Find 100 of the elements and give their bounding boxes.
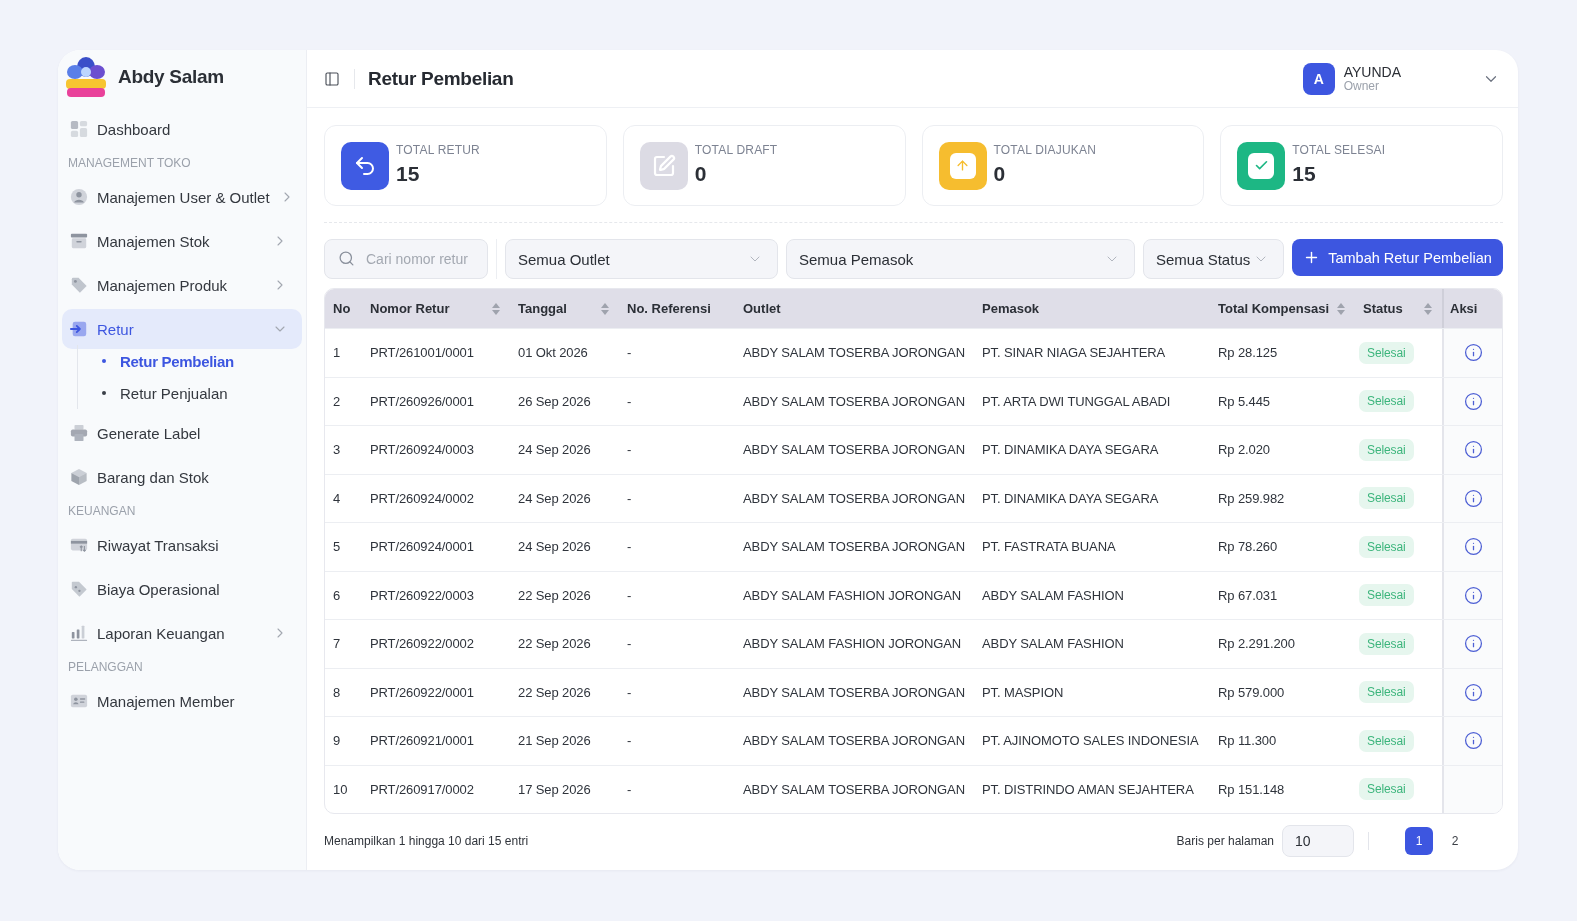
filter-dropdown[interactable]: Semua Status [1143, 239, 1284, 279]
table-cell: - [627, 539, 632, 555]
filter-dropdown[interactable]: Semua Pemasok [786, 239, 1135, 279]
table-cell: Rp 5.445 [1218, 393, 1270, 409]
table-cell: 4 [333, 490, 341, 506]
nav-item[interactable]: Retur [62, 309, 302, 349]
nav-item[interactable]: Barang dan Stok [62, 457, 302, 497]
table-cell: PRT/260917/0002 [370, 781, 474, 797]
table-cell: ABDY SALAM TOSERBA JORONGAN [743, 442, 965, 458]
search-field[interactable]: Cari nomor retur [324, 239, 488, 279]
table-cell: PT. DINAMIKA DAYA SEGARA [982, 490, 1159, 506]
brand-name: Abdy Salam [118, 66, 224, 88]
rows-per-page-field[interactable]: 10 [1282, 825, 1354, 857]
table-cell: Rp 259.982 [1218, 490, 1285, 506]
table-cell: - [627, 442, 632, 458]
sidebar-toggle-icon[interactable] [324, 70, 340, 87]
tag-icon [70, 276, 88, 294]
table-cell: 22 Sep 2026 [518, 684, 591, 700]
table-cell: 21 Sep 2026 [518, 733, 591, 749]
bullet-icon [102, 391, 106, 395]
table-cell: - [627, 733, 632, 749]
status-badge: Selesai [1359, 632, 1414, 655]
grid-icon [70, 120, 88, 138]
column-header: Outlet [742, 300, 782, 318]
table-cell: PRT/260924/0003 [370, 442, 474, 458]
table-cell: 22 Sep 2026 [518, 636, 591, 652]
cube-icon [70, 468, 88, 486]
table-cell: 3 [333, 442, 341, 458]
add-return-button[interactable]: Tambah Retur Pembelian [1292, 239, 1503, 276]
table-cell: 1 [333, 345, 341, 361]
table-cell: 9 [333, 733, 341, 749]
table-cell: - [627, 345, 632, 361]
table-cell: - [627, 684, 632, 700]
table-cell: 8 [333, 684, 341, 700]
column-header[interactable]: Tanggal [510, 289, 619, 328]
status-badge: Selesai [1359, 778, 1414, 801]
submenu-label: Retur Penjualan [120, 384, 228, 402]
filter-dropdown[interactable]: Semua Outlet [505, 239, 778, 279]
table-cell: ABDY SALAM TOSERBA JORONGAN [743, 781, 965, 797]
table-cell: ABDY SALAM TOSERBA JORONGAN [743, 733, 965, 749]
submenu-item[interactable]: Retur Penjualan [78, 377, 302, 409]
table-cell: PRT/260922/0003 [370, 587, 474, 603]
info-icon[interactable] [1463, 343, 1483, 363]
table-cell: PT. SINAR NIAGA SEJAHTERA [982, 345, 1166, 361]
submenu-label: Retur Pembelian [120, 352, 234, 370]
table-cell: - [627, 393, 632, 409]
section-heading: MANAGEMENT TOKO [68, 156, 191, 170]
info-icon[interactable] [1463, 537, 1483, 557]
table-cell: PRT/260924/0001 [370, 539, 474, 555]
archive-icon [70, 232, 88, 250]
nav-item[interactable]: Riwayat Transaksi [62, 525, 302, 565]
tag-icon [70, 580, 88, 598]
column-header[interactable]: Status [1355, 289, 1442, 328]
table-cell: 10 [333, 781, 348, 797]
card-arrows-icon [70, 536, 88, 554]
nav-item[interactable]: Laporan Keuangan [62, 613, 302, 653]
nav-item[interactable]: Manajemen User & Outlet [62, 177, 302, 217]
nav-item[interactable]: Generate Label [62, 413, 302, 453]
stat-value: 0 [993, 162, 1007, 186]
entries-summary: Menampilkan 1 hingga 10 dari 15 entri [324, 834, 529, 848]
column-header: No [332, 300, 352, 318]
user-avatar: A [1302, 62, 1335, 95]
info-icon[interactable] [1463, 682, 1483, 702]
nav-item[interactable]: Dashboard [62, 109, 302, 149]
status-badge: Selesai [1359, 535, 1414, 558]
nav-label: Dashboard [97, 120, 171, 138]
table-cell: ABDY SALAM FASHION JORONGAN [743, 587, 962, 603]
info-icon[interactable] [1463, 488, 1483, 508]
page-title: Retur Pembelian [368, 67, 514, 90]
nav-item[interactable]: Biaya Operasional [62, 569, 302, 609]
table-cell: ABDY SALAM FASHION JORONGAN [743, 636, 962, 652]
info-icon[interactable] [1463, 731, 1483, 751]
table-cell: - [627, 490, 632, 506]
column-header[interactable]: Nomor Retur [362, 289, 510, 328]
info-icon[interactable] [1463, 440, 1483, 460]
nav-label: Retur [97, 320, 134, 338]
table-cell: 24 Sep 2026 [518, 442, 591, 458]
table-cell: ABDY SALAM TOSERBA JORONGAN [743, 539, 965, 555]
nav-item[interactable]: Manajemen Produk [62, 265, 302, 305]
page-button[interactable]: 2 [1441, 827, 1469, 855]
status-badge: Selesai [1359, 438, 1414, 461]
table-cell: Rp 151.148 [1218, 781, 1285, 797]
column-header[interactable]: Total Kompensasi [1210, 289, 1355, 328]
info-icon[interactable] [1463, 391, 1483, 411]
column-header: Pemasok [981, 300, 1041, 318]
table-cell: Rp 2.020 [1218, 442, 1270, 458]
status-badge: Selesai [1359, 729, 1414, 752]
nav-item[interactable]: Manajemen Stok [62, 221, 302, 261]
table-cell: 22 Sep 2026 [518, 587, 591, 603]
stat-value: 15 [396, 162, 421, 186]
table-cell: PT. AJINOMOTO SALES INDONESIA [982, 733, 1199, 749]
info-icon[interactable] [1463, 585, 1483, 605]
info-icon[interactable] [1463, 634, 1483, 654]
table-cell: PT. ARTA DWI TUNGGAL ABADI [982, 393, 1171, 409]
page-button[interactable]: 1 [1405, 827, 1433, 855]
table-cell: 17 Sep 2026 [518, 781, 591, 797]
table-cell: - [627, 781, 632, 797]
rows-per-page-label: Baris per halaman [1176, 834, 1274, 848]
nav-item[interactable]: Manajemen Member [62, 681, 302, 721]
table-cell: 26 Sep 2026 [518, 393, 591, 409]
